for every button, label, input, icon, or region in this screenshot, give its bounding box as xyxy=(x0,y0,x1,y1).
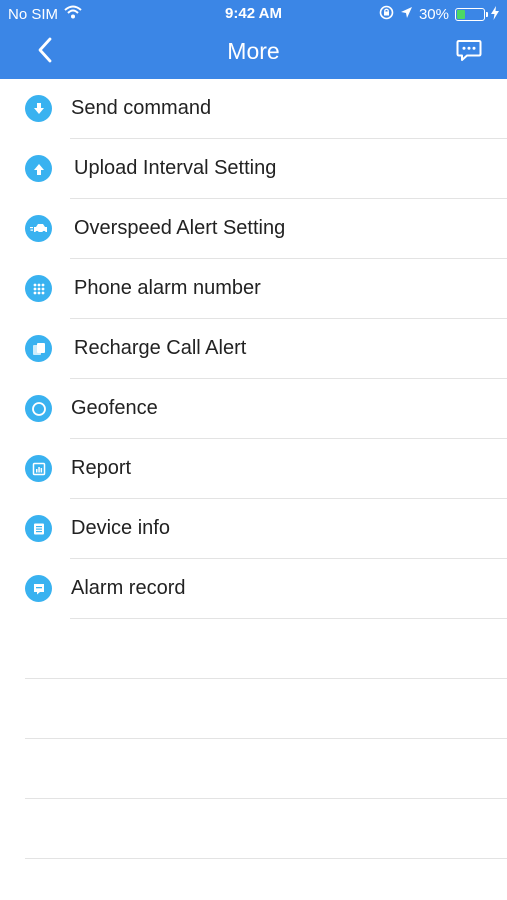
more-menu-list: Send command Upload Interval Setting Ove… xyxy=(0,79,507,859)
empty-row xyxy=(0,679,507,739)
menu-item-report[interactable]: Report xyxy=(0,439,507,499)
battery-cap xyxy=(486,12,488,17)
speeding-car-icon xyxy=(25,215,52,242)
menu-item-label: Alarm record xyxy=(71,577,186,599)
nav-bar: More xyxy=(0,28,507,79)
menu-item-phone-alarm-number[interactable]: Phone alarm number xyxy=(0,259,507,319)
menu-item-upload-interval-setting[interactable]: Upload Interval Setting xyxy=(0,139,507,199)
device-info-icon xyxy=(25,515,52,542)
menu-item-label: Recharge Call Alert xyxy=(74,337,247,359)
charging-bolt-icon xyxy=(491,5,499,24)
location-arrow-icon xyxy=(400,6,413,23)
menu-item-label: Device info xyxy=(71,517,170,539)
battery-icon xyxy=(455,8,488,21)
menu-item-recharge-call-alert[interactable]: Recharge Call Alert xyxy=(0,319,507,379)
menu-item-overspeed-alert-setting[interactable]: Overspeed Alert Setting xyxy=(0,199,507,259)
menu-item-label: Overspeed Alert Setting xyxy=(74,217,286,239)
empty-row xyxy=(0,799,507,859)
orientation-lock-icon xyxy=(379,5,394,24)
divider xyxy=(25,858,507,859)
empty-row xyxy=(0,619,507,679)
battery-percent: 30% xyxy=(418,6,449,23)
dialpad-icon xyxy=(25,275,52,302)
menu-item-geofence[interactable]: Geofence xyxy=(0,379,507,439)
menu-item-label: Geofence xyxy=(71,397,158,419)
empty-row xyxy=(0,739,507,799)
menu-item-alarm-record[interactable]: Alarm record xyxy=(0,559,507,619)
download-arrow-icon xyxy=(25,95,52,122)
top-bar: No SIM 9:42 AM 30% More xyxy=(0,0,507,79)
alarm-record-icon xyxy=(25,575,52,602)
message-icon xyxy=(456,39,482,68)
message-button[interactable] xyxy=(453,38,485,68)
status-bar: No SIM 9:42 AM 30% xyxy=(0,0,507,28)
upload-arrow-icon xyxy=(25,155,52,182)
page-title: More xyxy=(227,38,280,64)
menu-item-device-info[interactable]: Device info xyxy=(0,499,507,559)
menu-item-label: Report xyxy=(71,457,132,479)
status-right: 30% xyxy=(379,5,499,24)
battery-fill xyxy=(457,10,466,19)
menu-item-label: Send command xyxy=(71,97,212,119)
geofence-circle-icon xyxy=(25,395,52,422)
report-chart-icon xyxy=(25,455,52,482)
recharge-card-icon xyxy=(25,335,52,362)
menu-item-send-command[interactable]: Send command xyxy=(0,79,507,139)
menu-item-label: Upload Interval Setting xyxy=(74,157,277,179)
menu-item-label: Phone alarm number xyxy=(74,277,261,299)
